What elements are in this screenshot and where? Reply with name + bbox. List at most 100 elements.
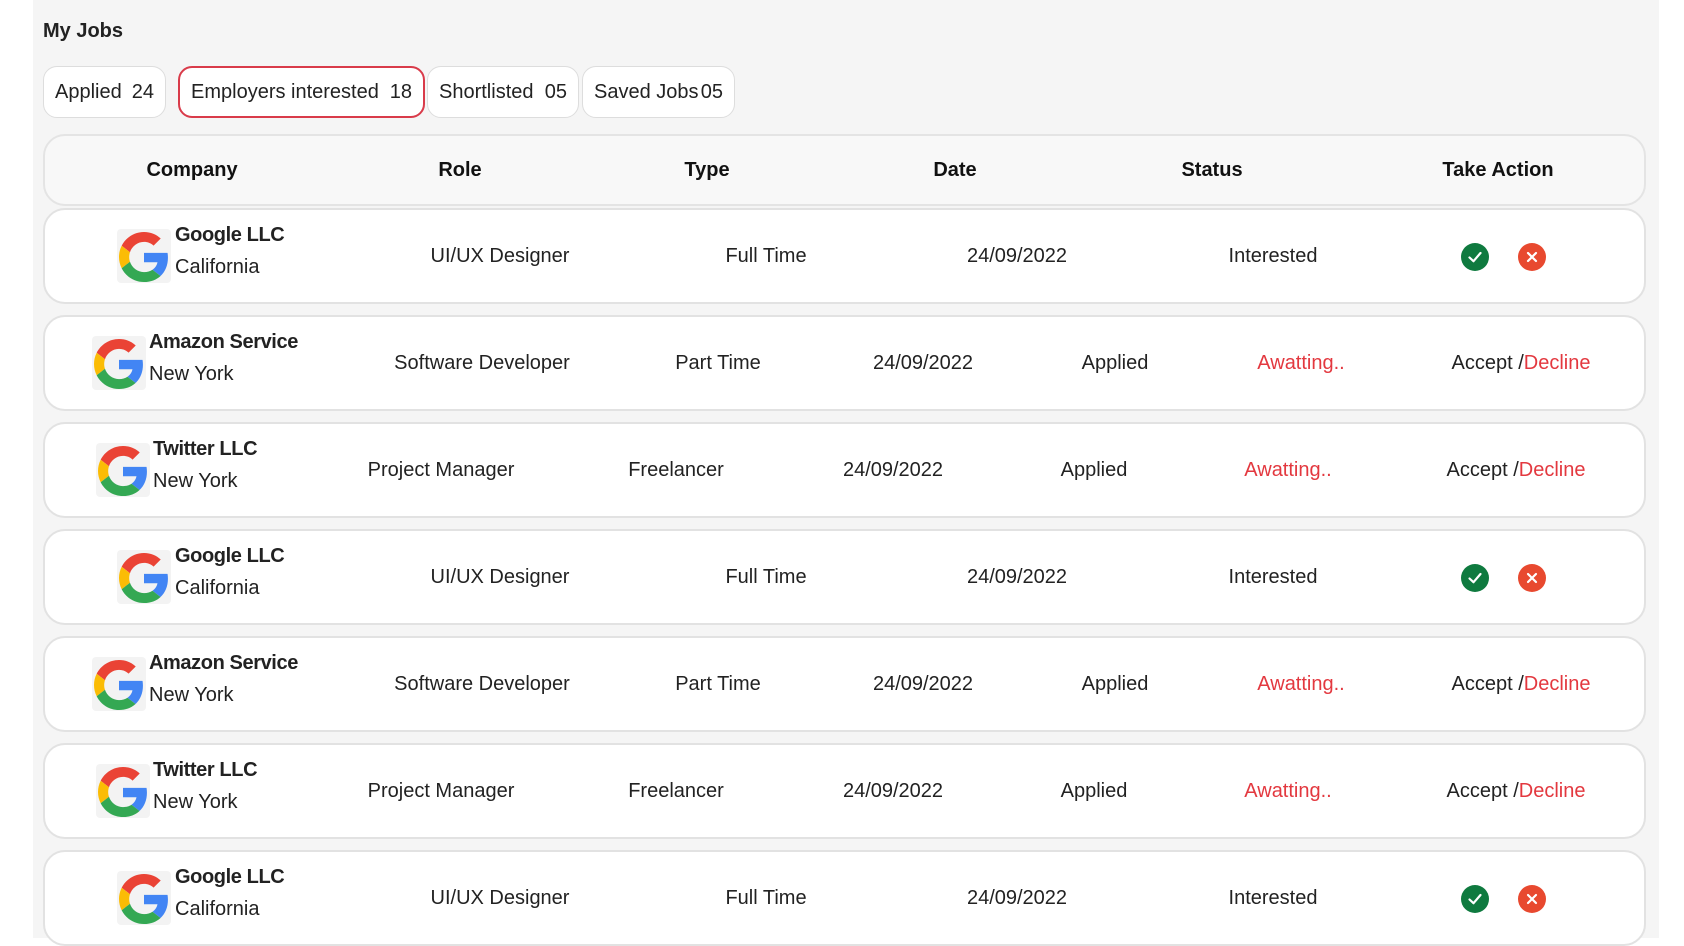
take-action-links: Accept / Decline (1452, 638, 1591, 730)
tab-applied[interactable]: Applied 24 (43, 66, 166, 118)
awaiting-status: Awatting.. (1244, 779, 1332, 802)
tab-count: 18 (389, 80, 412, 103)
company-location: New York (149, 363, 234, 385)
date-cell: 24/09/2022 (872, 351, 974, 374)
google-logo-icon (98, 767, 147, 817)
tab-count: 05 (700, 80, 723, 103)
table-row: Google LLC California UI/UX Designer Full T… (43, 529, 1646, 625)
header-take-action: Take Action (1442, 158, 1554, 181)
type-cell: Part Time (675, 672, 761, 695)
company-location: New York (153, 470, 238, 492)
role-cell: UI/UX Designer (430, 886, 570, 909)
check-circle-icon[interactable] (1461, 243, 1489, 271)
check-circle-icon[interactable] (1461, 885, 1489, 913)
role-cell: Project Manager (367, 458, 515, 481)
date-cell: 24/09/2022 (842, 779, 944, 802)
company-logo (92, 336, 146, 390)
status-cell: Interested (1228, 886, 1318, 909)
take-action-links: Accept / Decline (1452, 317, 1591, 409)
company-name: Twitter LLC (153, 759, 258, 781)
google-logo-icon (119, 232, 168, 282)
date-cell: 24/09/2022 (872, 672, 974, 695)
tab-count: 24 (131, 80, 154, 103)
date-cell: 24/09/2022 (966, 886, 1068, 909)
role-cell: UI/UX Designer (430, 244, 570, 267)
status-cell: Applied (1081, 351, 1149, 374)
decline-link[interactable]: Decline (1519, 780, 1586, 803)
check-circle-icon[interactable] (1461, 564, 1489, 592)
accept-link[interactable]: Accept / (1452, 673, 1524, 696)
header-company: Company (146, 158, 238, 181)
company-location: California (175, 898, 260, 920)
take-action-links: Accept / Decline (1447, 424, 1586, 516)
tab-label: Shortlisted (439, 80, 534, 103)
decline-link[interactable]: Decline (1524, 352, 1591, 375)
x-circle-icon[interactable] (1518, 885, 1546, 913)
type-cell: Full Time (725, 244, 807, 267)
accept-link[interactable]: Accept / (1447, 459, 1519, 482)
tab-label: Saved Jobs (594, 80, 699, 103)
company-logo (117, 871, 171, 925)
company-logo (96, 764, 150, 818)
take-action-links: Accept / Decline (1447, 745, 1586, 837)
company-name: Google LLC (175, 866, 285, 888)
tab-employers-interested[interactable]: Employers interested 18 (178, 66, 425, 118)
google-logo-icon (119, 553, 168, 603)
status-cell: Applied (1060, 458, 1128, 481)
company-name: Amazon Service (149, 652, 298, 674)
table-row: Twitter LLC New York Project Manager Freela… (43, 422, 1646, 518)
date-cell: 24/09/2022 (966, 565, 1068, 588)
header-role: Role (438, 158, 482, 181)
header-type: Type (684, 158, 730, 181)
status-cell: Interested (1228, 244, 1318, 267)
company-name: Google LLC (175, 545, 285, 567)
role-cell: Software Developer (394, 351, 570, 374)
table-row: Amazon Service New York Software Developer… (43, 315, 1646, 411)
role-cell: Project Manager (367, 779, 515, 802)
table-row: Google LLC California UI/UX Designer Full T… (43, 850, 1646, 946)
tab-saved-jobs[interactable]: Saved Jobs 05 (582, 66, 735, 118)
page-title: My Jobs (43, 20, 124, 42)
table-header: Company Role Type Date Status Take Actio… (43, 134, 1646, 206)
date-cell: 24/09/2022 (842, 458, 944, 481)
awaiting-status: Awatting.. (1257, 351, 1345, 374)
awaiting-status: Awatting.. (1244, 458, 1332, 481)
company-logo (92, 657, 146, 711)
company-name: Twitter LLC (153, 438, 258, 460)
status-cell: Applied (1060, 779, 1128, 802)
google-logo-icon (98, 446, 147, 496)
tab-label: Applied (55, 80, 122, 103)
tab-shortlisted[interactable]: Shortlisted 05 (427, 66, 579, 118)
type-cell: Full Time (725, 565, 807, 588)
type-cell: Full Time (725, 886, 807, 909)
table-row: Amazon Service New York Software Developer… (43, 636, 1646, 732)
company-location: New York (149, 684, 234, 706)
tab-label: Employers interested (191, 80, 379, 103)
x-circle-icon[interactable] (1518, 243, 1546, 271)
company-name: Google LLC (175, 224, 285, 246)
role-cell: UI/UX Designer (430, 565, 570, 588)
table-row: Twitter LLC New York Project Manager Freela… (43, 743, 1646, 839)
company-logo (96, 443, 150, 497)
type-cell: Freelancer (628, 779, 724, 802)
decline-link[interactable]: Decline (1519, 459, 1586, 482)
awaiting-status: Awatting.. (1257, 672, 1345, 695)
status-cell: Interested (1228, 565, 1318, 588)
company-logo (117, 229, 171, 283)
header-date: Date (933, 158, 977, 181)
accept-link[interactable]: Accept / (1452, 352, 1524, 375)
x-circle-icon[interactable] (1518, 564, 1546, 592)
decline-link[interactable]: Decline (1524, 673, 1591, 696)
date-cell: 24/09/2022 (966, 244, 1068, 267)
status-cell: Applied (1081, 672, 1149, 695)
company-location: California (175, 256, 260, 278)
company-location: New York (153, 791, 238, 813)
accept-link[interactable]: Accept / (1447, 780, 1519, 803)
google-logo-icon (119, 874, 168, 924)
header-status: Status (1181, 158, 1243, 181)
company-location: California (175, 577, 260, 599)
table-row: Google LLC California UI/UX Designer Full T… (43, 208, 1646, 304)
google-logo-icon (94, 339, 143, 389)
google-logo-icon (94, 660, 143, 710)
role-cell: Software Developer (394, 672, 570, 695)
